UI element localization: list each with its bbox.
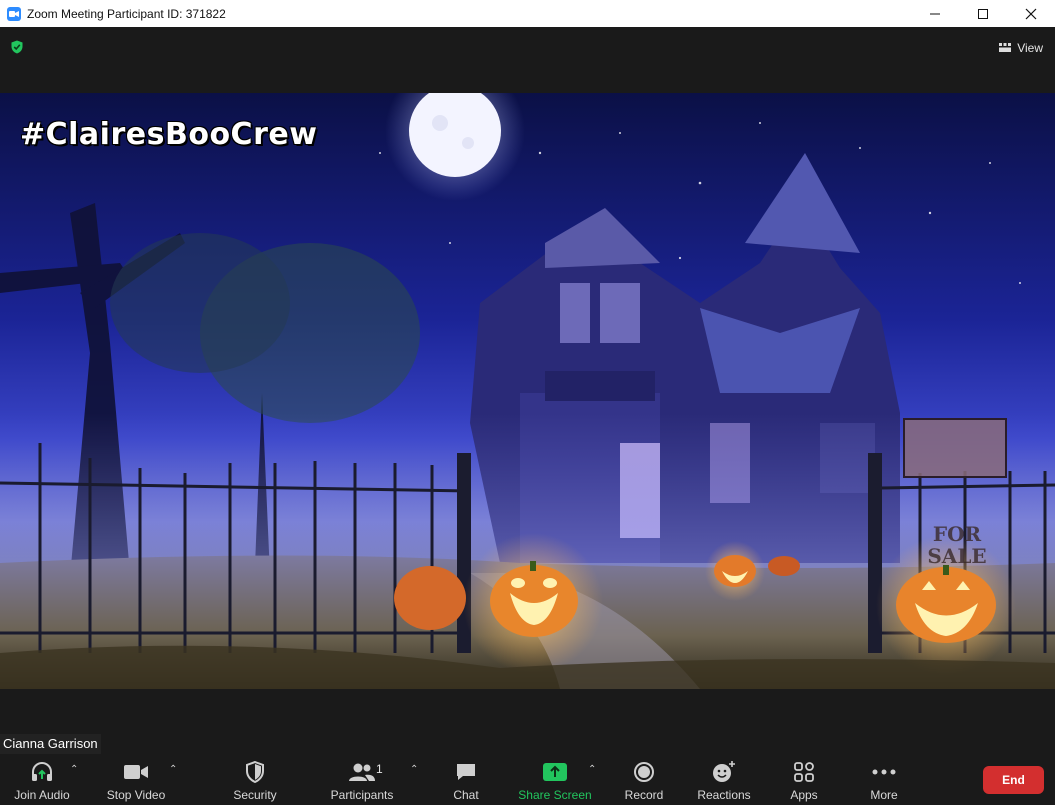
more-label: More [870,788,898,802]
close-icon [1025,8,1037,19]
video-options-chevron-up-icon[interactable]: ⌃ [169,764,177,775]
meeting-top-bar: View [0,27,1055,93]
for-sale-sign: FOR SALE [912,523,1002,567]
participants-icon [348,758,376,786]
share-screen-button[interactable]: Share Screen [515,754,595,805]
hashtag-overlay-text: #ClairesBooCrew [20,117,318,152]
share-screen-arrow-up-icon [543,758,567,786]
minimize-icon [930,13,940,14]
security-label: Security [233,788,277,802]
stop-video-button[interactable]: Stop Video [101,754,171,805]
zoom-app-icon [7,6,21,21]
apps-button[interactable]: Apps [783,754,825,805]
security-button[interactable]: Security [225,754,285,805]
sign-line-1: FOR [932,522,982,546]
participants-button[interactable]: Participants [326,754,398,805]
security-shield-icon [245,758,265,786]
close-button[interactable] [1007,0,1055,27]
audio-options-chevron-up-icon[interactable]: ⌃ [70,764,78,775]
apps-grid-icon [794,758,814,786]
maximize-icon [978,8,988,19]
apps-label: Apps [790,788,818,802]
zoom-meeting-window: Zoom Meeting Participant ID: 371822 View… [0,0,1055,805]
sign-line-2: SALE [927,544,987,568]
chat-button[interactable]: Chat [441,754,491,805]
shield-check-icon[interactable] [10,40,24,54]
record-label: Record [624,788,664,802]
join-audio-button[interactable]: Join Audio [8,754,76,805]
view-label: View [1017,41,1043,55]
video-feed: #ClairesBooCrew FOR SALE [0,93,1055,689]
halloween-background-image [0,93,1055,689]
participant-name-label: Cianna Garrison [0,734,101,754]
more-button[interactable]: More [862,754,906,805]
participants-label: Participants [330,788,394,802]
participants-count: 1 [376,762,383,776]
record-icon [633,758,655,786]
more-dots-icon [872,758,896,786]
smiley-add-icon [712,758,736,786]
video-camera-icon [123,758,149,786]
end-meeting-button[interactable]: End [983,766,1044,794]
maximize-button[interactable] [959,0,1007,27]
grid-view-icon [999,41,1012,55]
title-bar: Zoom Meeting Participant ID: 371822 [0,0,1055,27]
share-screen-label: Share Screen [518,788,592,802]
chat-bubble-icon [455,758,477,786]
record-button[interactable]: Record [616,754,672,805]
chat-label: Chat [453,788,479,802]
join-audio-label: Join Audio [14,788,70,802]
view-button[interactable]: View [999,40,1043,56]
reactions-label: Reactions [697,788,751,802]
window-controls [911,0,1055,27]
minimize-button[interactable] [911,0,959,27]
headphones-icon [30,758,54,786]
share-options-chevron-up-icon[interactable]: ⌃ [588,764,596,775]
participants-options-chevron-up-icon[interactable]: ⌃ [410,764,418,775]
reactions-button[interactable]: Reactions [694,754,754,805]
window-title: Zoom Meeting Participant ID: 371822 [27,6,226,21]
stop-video-label: Stop Video [106,788,166,802]
meeting-toolbar: Join Audio ⌃ Stop Video ⌃ Security Parti… [0,754,1055,805]
